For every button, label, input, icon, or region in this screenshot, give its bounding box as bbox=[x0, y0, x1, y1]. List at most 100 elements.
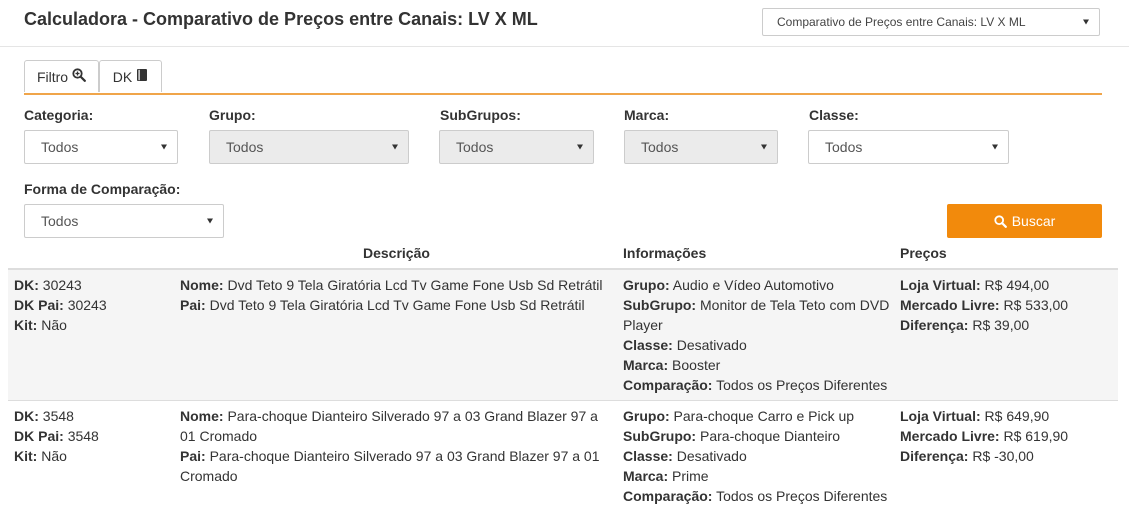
pai-label: Pai: bbox=[180, 448, 206, 464]
comparacao-value: Todos os Preços Diferentes bbox=[716, 377, 888, 393]
categoria-label: Categoria: bbox=[24, 107, 94, 123]
marca-label: Marca: bbox=[624, 107, 670, 123]
nome-label: Nome: bbox=[180, 277, 224, 293]
grupo-value: Para-choque Carro e Pick up bbox=[673, 408, 855, 424]
classe-value: Desativado bbox=[676, 448, 747, 464]
mercado-livre-label: Mercado Livre: bbox=[900, 428, 1000, 444]
mercado-livre-value: R$ 619,90 bbox=[1003, 428, 1069, 444]
classe-value: Todos bbox=[825, 139, 863, 155]
kit-value: Não bbox=[41, 448, 67, 464]
marca-label: Marca: bbox=[623, 468, 669, 484]
kit-label: Kit: bbox=[14, 317, 38, 333]
mercado-livre-label: Mercado Livre: bbox=[900, 297, 1000, 313]
loja-virtual-value: R$ 649,90 bbox=[984, 408, 1050, 424]
chevron-down-icon bbox=[577, 144, 583, 150]
chevron-down-icon bbox=[392, 144, 398, 150]
header-informacoes: Informações bbox=[623, 245, 707, 261]
diferenca-value: R$ 39,00 bbox=[972, 317, 1030, 333]
zoom-in-icon bbox=[72, 68, 86, 85]
chevron-down-icon bbox=[1083, 19, 1089, 25]
dk-pai-value: 3548 bbox=[67, 428, 99, 444]
report-select-value: Comparativo de Preços entre Canais: LV X… bbox=[777, 15, 1026, 29]
page: Calculadora - Comparativo de Preços entr… bbox=[0, 0, 1129, 507]
grupo-label: Grupo: bbox=[623, 277, 670, 293]
comparacao-label: Comparação: bbox=[623, 488, 713, 504]
nome-label: Nome: bbox=[180, 408, 224, 424]
book-icon bbox=[136, 68, 148, 85]
tab-filtro[interactable]: Filtro bbox=[24, 60, 99, 92]
nome-value: Dvd Teto 9 Tela Giratória Lcd Tv Game Fo… bbox=[227, 277, 603, 293]
marca-select[interactable]: Todos bbox=[624, 130, 778, 164]
marca-label: Marca: bbox=[623, 357, 669, 373]
subgrupos-select[interactable]: Todos bbox=[439, 130, 594, 164]
grupo-label: Grupo: bbox=[209, 107, 256, 123]
precos-cell: Loja Virtual: R$ 494,00 Mercado Livre: R… bbox=[900, 275, 1110, 335]
classe-label: Classe: bbox=[809, 107, 859, 123]
buscar-label: Buscar bbox=[1011, 213, 1056, 229]
descricao-cell: Nome: Dvd Teto 9 Tela Giratória Lcd Tv G… bbox=[180, 275, 612, 315]
dk-pai-label: DK Pai: bbox=[14, 428, 64, 444]
comparacao-label: Comparação: bbox=[623, 377, 713, 393]
pai-value: Dvd Teto 9 Tela Giratória Lcd Tv Game Fo… bbox=[209, 297, 585, 313]
header-precos: Preços bbox=[900, 245, 947, 261]
pai-label: Pai: bbox=[180, 297, 206, 313]
diferenca-label: Diferença: bbox=[900, 448, 969, 464]
grupo-select[interactable]: Todos bbox=[209, 130, 409, 164]
chevron-down-icon bbox=[761, 144, 767, 150]
dk-label: DK: bbox=[14, 277, 39, 293]
loja-virtual-label: Loja Virtual: bbox=[900, 277, 981, 293]
pai-value: Para-choque Dianteiro Silverado 97 a 03 … bbox=[180, 448, 600, 484]
subgrupo-label: SubGrupo: bbox=[623, 297, 697, 313]
marca-value: Prime bbox=[672, 468, 709, 484]
tab-dk-label: DK bbox=[112, 68, 133, 85]
table-row: DK: 30243 DK Pai: 30243 Kit: Não Nome: D… bbox=[8, 270, 1118, 400]
forma-comparacao-value: Todos bbox=[41, 213, 79, 229]
marca-value: Booster bbox=[672, 357, 721, 373]
dk-pai-value: 30243 bbox=[67, 297, 107, 313]
page-title: Calculadora - Comparativo de Preços entr… bbox=[24, 9, 538, 29]
kit-label: Kit: bbox=[14, 448, 38, 464]
dk-pai-label: DK Pai: bbox=[14, 297, 64, 313]
classe-label: Classe: bbox=[623, 337, 673, 353]
chevron-down-icon bbox=[992, 144, 998, 150]
chevron-down-icon bbox=[207, 218, 213, 224]
diferenca-label: Diferença: bbox=[900, 317, 969, 333]
subgrupos-value: Todos bbox=[456, 139, 494, 155]
tab-dk[interactable]: DK bbox=[99, 60, 162, 92]
loja-virtual-value: R$ 494,00 bbox=[984, 277, 1050, 293]
marca-value: Todos bbox=[641, 139, 679, 155]
loja-virtual-label: Loja Virtual: bbox=[900, 408, 981, 424]
dk-cell: DK: 3548 DK Pai: 3548 Kit: Não bbox=[14, 406, 174, 466]
buscar-button[interactable]: Buscar bbox=[947, 204, 1102, 238]
informacoes-cell: Grupo: Audio e Vídeo Automotivo SubGrupo… bbox=[623, 275, 895, 395]
classe-select[interactable]: Todos bbox=[808, 130, 1009, 164]
report-select[interactable]: Comparativo de Preços entre Canais: LV X… bbox=[762, 8, 1100, 36]
grupo-value: Audio e Vídeo Automotivo bbox=[672, 277, 834, 293]
tab-underline bbox=[24, 93, 1102, 95]
header-divider bbox=[0, 46, 1129, 47]
grupo-label: Grupo: bbox=[623, 408, 670, 424]
subgrupos-label: SubGrupos: bbox=[440, 107, 521, 123]
descricao-cell: Nome: Para-choque Dianteiro Silverado 97… bbox=[180, 406, 612, 486]
dk-value: 3548 bbox=[42, 408, 74, 424]
subgrupo-value: Para-choque Dianteiro bbox=[700, 428, 841, 444]
precos-cell: Loja Virtual: R$ 649,90 Mercado Livre: R… bbox=[900, 406, 1110, 466]
table-row: DK: 3548 DK Pai: 3548 Kit: Não Nome: Par… bbox=[8, 400, 1118, 507]
mercado-livre-value: R$ 533,00 bbox=[1003, 297, 1069, 313]
categoria-select[interactable]: Todos bbox=[24, 130, 178, 164]
classe-value: Desativado bbox=[676, 337, 747, 353]
categoria-value: Todos bbox=[41, 139, 79, 155]
diferenca-value: R$ -30,00 bbox=[972, 448, 1034, 464]
comparacao-value: Todos os Preços Diferentes bbox=[716, 488, 888, 504]
header-descricao: Descrição bbox=[363, 245, 430, 261]
search-icon bbox=[994, 214, 1007, 228]
forma-comparacao-label: Forma de Comparação: bbox=[24, 181, 181, 197]
chevron-down-icon bbox=[161, 144, 167, 150]
dk-cell: DK: 30243 DK Pai: 30243 Kit: Não bbox=[14, 275, 174, 335]
grupo-value: Todos bbox=[226, 139, 264, 155]
kit-value: Não bbox=[41, 317, 67, 333]
informacoes-cell: Grupo: Para-choque Carro e Pick up SubGr… bbox=[623, 406, 895, 506]
forma-comparacao-select[interactable]: Todos bbox=[24, 204, 224, 238]
classe-label: Classe: bbox=[623, 448, 673, 464]
dk-value: 30243 bbox=[42, 277, 82, 293]
